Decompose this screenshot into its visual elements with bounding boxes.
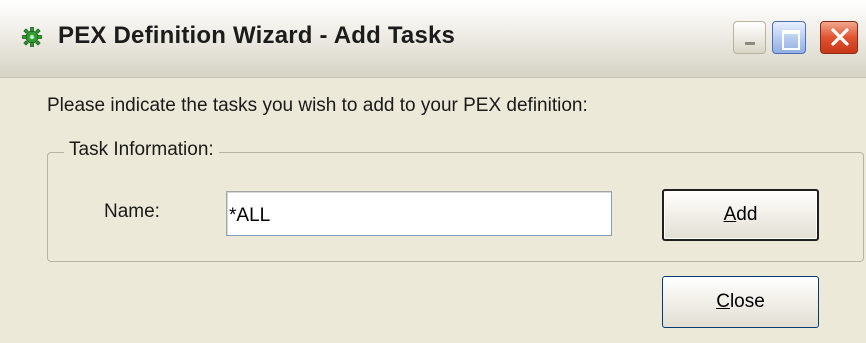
name-label: Name:: [104, 201, 160, 222]
close-icon: [831, 28, 849, 46]
title-bar[interactable]: PEX Definition Wizard - Add Tasks: [0, 0, 866, 78]
group-legend: Task Information:: [64, 139, 219, 161]
window-title: PEX Definition Wizard - Add Tasks: [58, 22, 456, 49]
close-window-button[interactable]: [820, 21, 858, 54]
maximize-button[interactable]: [772, 21, 806, 54]
task-name-input[interactable]: [226, 191, 612, 236]
minimize-button[interactable]: [733, 21, 766, 54]
instruction-text: Please indicate the tasks you wish to ad…: [47, 95, 588, 116]
add-button-label: Add: [723, 204, 758, 225]
green-gear-icon: [22, 27, 42, 47]
dialog-window: PEX Definition Wizard - Add Tasks Please…: [0, 0, 866, 343]
maximize-icon: [782, 30, 800, 50]
close-button-label: Close: [716, 291, 765, 312]
add-button[interactable]: Add: [662, 189, 819, 241]
close-button[interactable]: Close: [662, 276, 819, 328]
minimize-icon: [745, 42, 755, 45]
